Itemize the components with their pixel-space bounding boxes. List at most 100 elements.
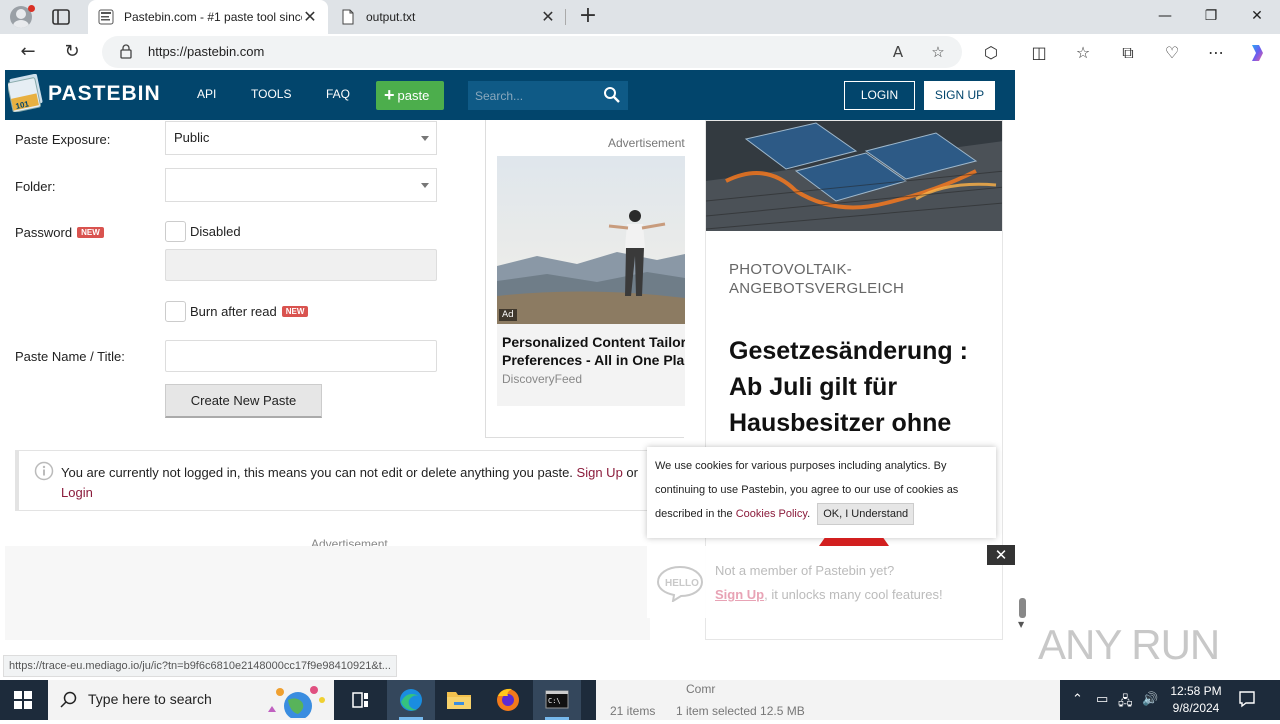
ad-headline[interactable]: Gesetzesänderung : Ab Juli gilt für Haus… (729, 333, 989, 441)
clock-time: 12:58 PM (1170, 684, 1222, 698)
cookies-policy-link[interactable]: Cookies Policy (736, 508, 807, 520)
folder-select[interactable] (165, 168, 437, 202)
advertisement-label: Advertisement (608, 136, 685, 150)
password-checkbox[interactable] (165, 221, 186, 242)
extensions-icon[interactable]: ⬡ (980, 42, 1002, 64)
restore-icon[interactable]: ❐ (1188, 0, 1234, 32)
ad-kicker: PHOTOVOLTAIK-ANGEBOTSVERGLEICH (729, 261, 905, 297)
new-badge: NEW (281, 306, 309, 317)
url-text[interactable]: https://pastebin.com (148, 44, 264, 59)
page-scrollbar[interactable]: ▼ (1015, 70, 1029, 635)
svg-text:HELLO: HELLO (665, 578, 699, 589)
edge-taskbar-icon[interactable] (387, 680, 435, 720)
network-icon[interactable]: 🖧 (1118, 692, 1133, 714)
search-icon (60, 691, 77, 708)
scrollbar-thumb[interactable] (1019, 598, 1026, 618)
member-subtitle: Sign Up, it unlocks many cool features! (715, 587, 943, 602)
tab-pastebin[interactable]: Pastebin.com - #1 paste tool since 2002!… (88, 0, 328, 34)
browser-essentials-icon[interactable]: ♡ (1161, 42, 1183, 64)
notice-text: You are currently not logged in, this me… (61, 463, 638, 503)
windows-start-icon[interactable] (14, 691, 32, 709)
signup-button[interactable]: SIGN UP (924, 81, 995, 110)
sponsored-card[interactable]: Ad Personalized Content Tailored to Your… (497, 156, 685, 406)
ad-title-line1: Personalized Content Tailored to Your (502, 334, 685, 350)
taskbar-search-placeholder: Type here to search (88, 691, 212, 707)
member-prompt: HELLO Not a member of Pastebin yet? Sign… (647, 546, 996, 618)
plus-icon: + (384, 85, 395, 105)
copilot-icon[interactable] (1246, 42, 1268, 64)
tab-close-icon[interactable]: ✕ (302, 7, 318, 27)
burn-after-read-checkbox[interactable] (165, 301, 186, 322)
new-tab-plus-icon[interactable]: + (576, 3, 600, 29)
search-icon[interactable] (603, 86, 621, 104)
cookie-ok-button[interactable]: OK, I Understand (817, 503, 915, 525)
tab-actions-icon[interactable] (50, 6, 72, 28)
ad-image[interactable] (497, 156, 685, 324)
ad-fragment (819, 538, 889, 546)
svg-text:C:\: C:\ (548, 697, 561, 705)
taskbar-search[interactable]: Type here to search (48, 680, 334, 720)
nav-api[interactable]: API (197, 87, 216, 101)
tab-close-icon[interactable]: ✕ (540, 7, 556, 27)
paste-title-label: Paste Name / Title: (15, 349, 125, 364)
search-input[interactable] (468, 81, 598, 110)
pastebin-logo-icon[interactable]: 101 (8, 74, 44, 112)
taskbar-clock[interactable]: 12:58 PM 9/8/2024 (1166, 683, 1226, 717)
file-explorer-icon[interactable] (435, 680, 483, 720)
split-screen-icon[interactable]: ◫ (1028, 42, 1050, 64)
collections-icon[interactable]: ⧉ (1117, 42, 1139, 64)
folder-label: Folder: (15, 179, 56, 194)
pastebin-favicon-icon (98, 9, 114, 25)
volume-icon[interactable]: 🔊 (1142, 692, 1158, 707)
notice-or: or (626, 465, 638, 480)
browser-tab-strip: Pastebin.com - #1 paste tool since 2002!… (0, 0, 1280, 34)
scroll-down-arrow-icon[interactable]: ▼ (1018, 620, 1024, 629)
info-icon (34, 461, 54, 481)
tray-chevron-icon[interactable]: ⌃ (1072, 692, 1083, 707)
terminal-icon[interactable]: C:\ (533, 680, 581, 720)
firefox-icon[interactable] (484, 680, 532, 720)
document-icon (342, 9, 354, 25)
minimize-icon[interactable]: — (1142, 0, 1188, 32)
pastebin-logo-text[interactable]: PASTEBIN (48, 82, 161, 106)
nav-tools[interactable]: TOOLS (251, 87, 291, 101)
favorites-icon[interactable]: ☆ (1072, 42, 1094, 64)
paste-button-label: paste (397, 88, 430, 103)
clock-date: 9/8/2024 (1172, 701, 1220, 715)
bottom-ad-area (5, 546, 650, 640)
settings-more-icon[interactable]: ⋯ (1205, 42, 1227, 64)
close-window-icon[interactable]: ✕ (1234, 0, 1280, 32)
nav-faq[interactable]: FAQ (326, 87, 350, 101)
create-new-paste-button[interactable]: Create New Paste (165, 384, 322, 418)
notice-signup-link[interactable]: Sign Up (577, 465, 623, 480)
paste-exposure-select[interactable]: Public (165, 121, 437, 155)
new-paste-button[interactable]: + paste (376, 81, 444, 110)
login-button[interactable]: LOGIN (844, 81, 915, 110)
profile-notification-dot (28, 5, 35, 12)
member-signup-link[interactable]: Sign Up (715, 587, 764, 602)
paste-title-input[interactable] (165, 340, 437, 372)
lock-icon[interactable] (120, 44, 132, 59)
pastebin-header: 101 PASTEBIN API TOOLS FAQ +paste LOGIN … (5, 70, 1015, 120)
login-notice: You are currently not logged in, this me… (15, 450, 655, 511)
address-bar[interactable]: https://pastebin.com A ☆ (102, 36, 962, 68)
burn-after-read-label[interactable]: Burn after read NEW (190, 304, 309, 319)
reload-icon[interactable]: ↻ (60, 40, 84, 64)
explorer-selection: 1 item selected 12.5 MB (676, 704, 805, 718)
taskbar: Type here to search C:\ (0, 680, 596, 720)
ad-source[interactable]: DiscoveryFeed (502, 372, 582, 386)
task-view-icon[interactable] (336, 680, 384, 720)
solar-panel-image[interactable] (706, 121, 1003, 231)
explorer-folder: Comr (686, 682, 716, 696)
ad-title[interactable]: Personalized Content Tailored to Your Pr… (502, 333, 685, 369)
favorite-star-icon[interactable]: ☆ (928, 42, 948, 62)
notice-login-link[interactable]: Login (61, 485, 93, 500)
back-arrow-icon[interactable]: ← (16, 40, 40, 64)
read-aloud-icon[interactable]: A (888, 42, 908, 62)
tab-output-txt[interactable]: output.txt ✕ (330, 0, 566, 34)
battery-icon[interactable]: ▭ (1096, 692, 1108, 707)
password-input[interactable] (165, 249, 437, 281)
password-checkbox-label[interactable]: Disabled (190, 224, 241, 239)
notification-center-icon[interactable] (1238, 690, 1256, 708)
close-prompt-icon[interactable]: ✕ (987, 545, 1015, 565)
